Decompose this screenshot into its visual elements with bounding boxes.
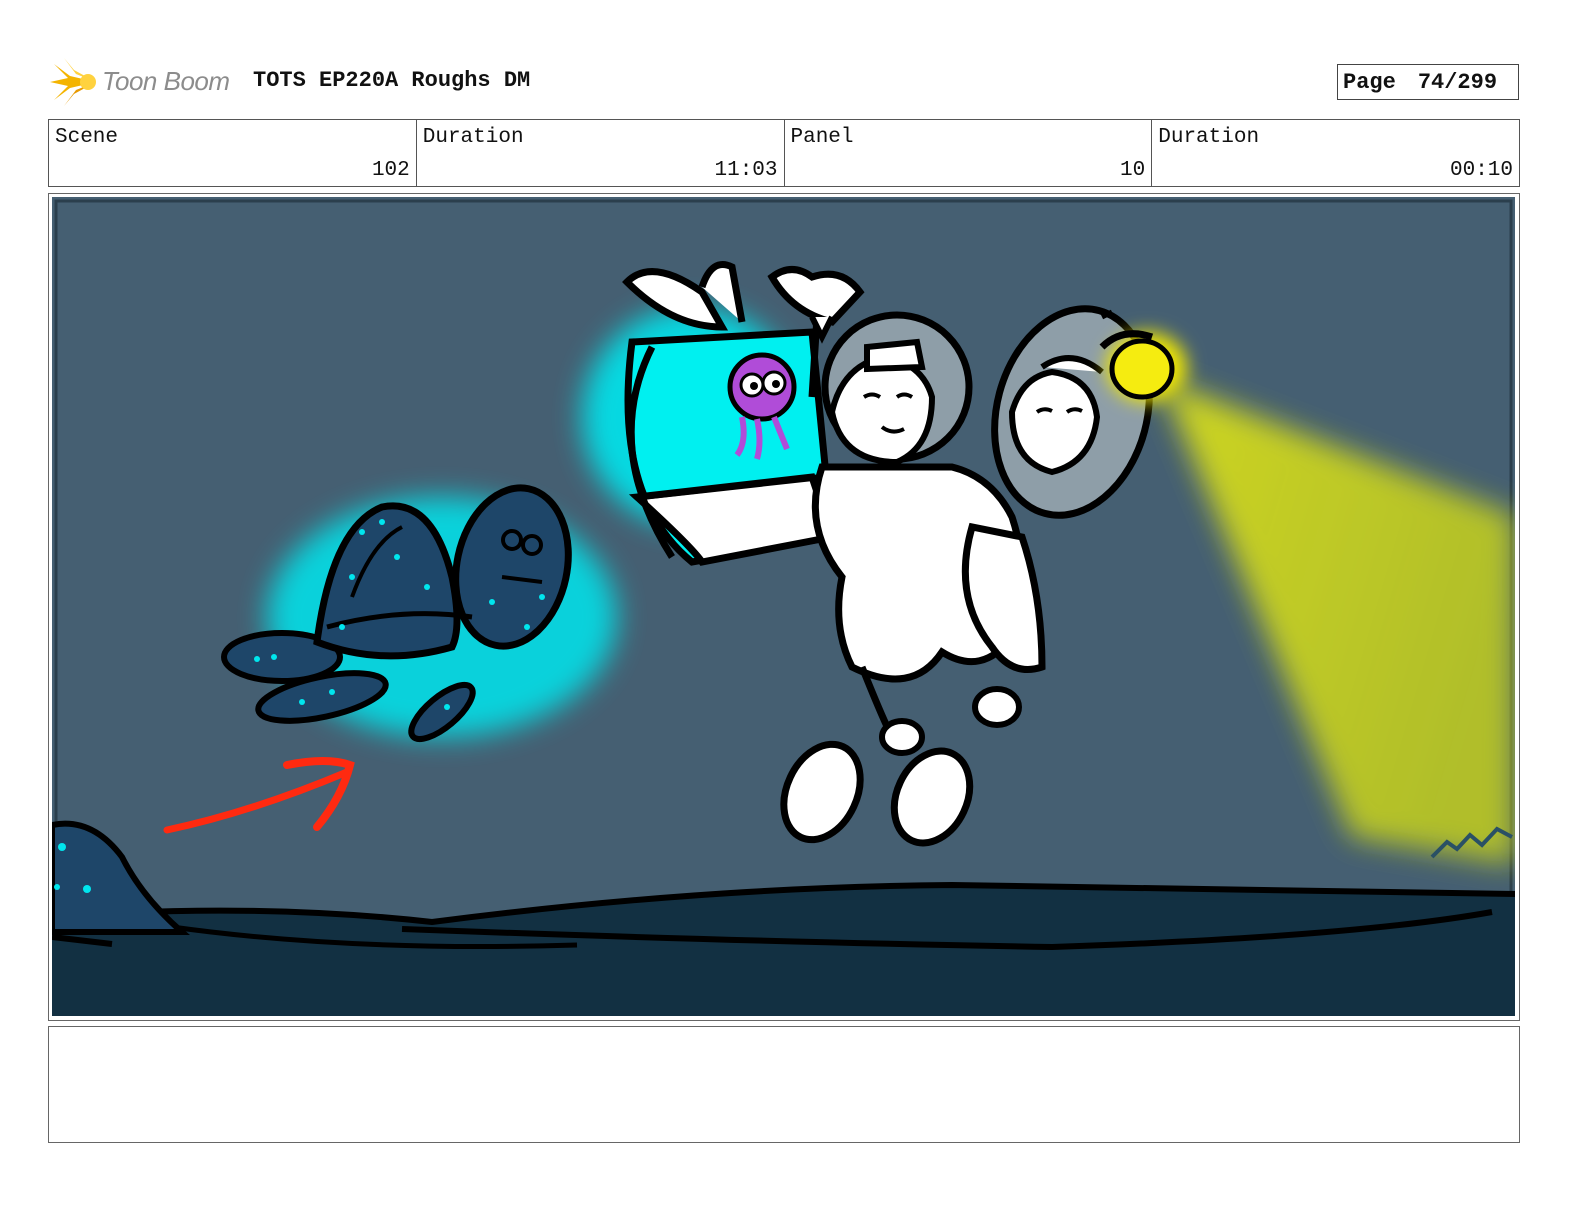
scene-duration-cell: Duration 11:03 [417,120,785,186]
scene-cell: Scene 102 [49,120,417,186]
panel-duration-cell: Duration 00:10 [1152,120,1519,186]
logo-text: Toon Boom [102,66,230,96]
panel-cell: Panel 10 [785,120,1153,186]
panel-illustration [52,197,1515,1016]
scene-duration-label: Duration [422,126,524,149]
panel-value: 10 [1120,159,1146,182]
page-indicator: Page 74/299 [1337,64,1519,100]
purple-octopus [727,352,797,460]
storyboard-panel [48,193,1520,1021]
page-label: Page [1343,69,1396,95]
scene-info-table: Scene 102 Duration 11:03 Panel 10 Durati… [48,119,1520,187]
toon-boom-logo: Toon Boom [50,56,240,108]
panel-label: Panel [790,126,854,149]
document-title: TOTS EP220A Roughs DM [253,68,531,93]
scene-label: Scene [55,126,119,149]
page-number: 74/299 [1417,69,1498,95]
scene-value: 102 [371,159,410,182]
toon-boom-starburst-icon [50,58,96,106]
panel-duration-value: 00:10 [1449,159,1513,182]
notes-box [48,1026,1520,1143]
scene-duration-value: 11:03 [714,159,778,182]
panel-duration-label: Duration [1158,126,1260,149]
